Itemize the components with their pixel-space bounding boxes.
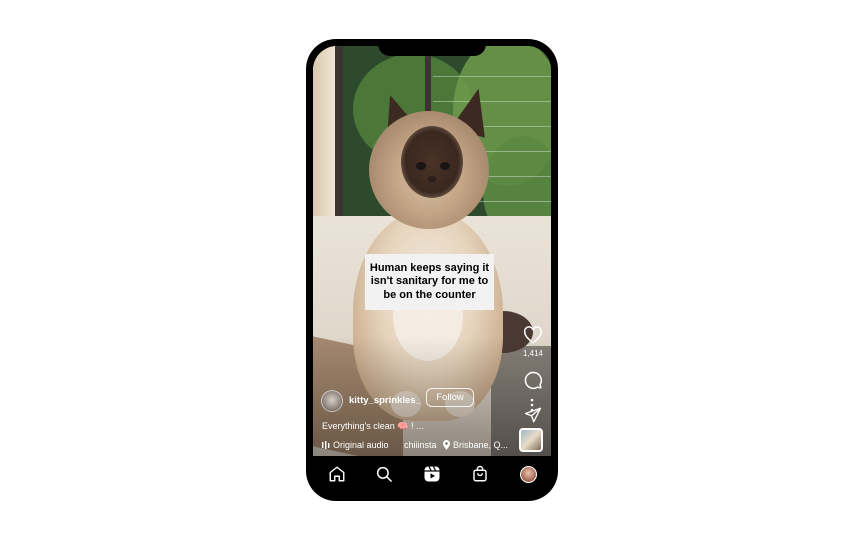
audio-user[interactable]: chiiinsta: [404, 440, 437, 450]
reel-meta-row: Original audio chiiinsta Brisbane, Q...: [322, 440, 522, 452]
audio-label[interactable]: Original audio: [333, 440, 389, 450]
profile-avatar: [519, 465, 537, 483]
follow-button[interactable]: Follow: [426, 388, 474, 407]
reels-icon: [424, 466, 440, 482]
video-text-overlay-label: Human keeps saying it isn't sanitary for…: [369, 261, 490, 301]
post-caption[interactable]: Everything's clean 🧠 ! ...: [322, 421, 423, 432]
like-button[interactable]: [522, 324, 544, 346]
reel-screen: Human keeps saying it isn't sanitary for…: [313, 46, 551, 494]
like-count: 1,414: [522, 349, 544, 358]
cat-eye: [416, 162, 426, 170]
cat-face: [401, 126, 463, 198]
comment-button[interactable]: [522, 369, 544, 391]
nav-profile[interactable]: [518, 464, 538, 484]
cat-nose: [428, 176, 436, 182]
heart-icon: [524, 326, 542, 344]
phone-notch: [378, 39, 486, 56]
video-text-overlay: Human keeps saying it isn't sanitary for…: [365, 254, 494, 310]
nav-home[interactable]: [327, 464, 347, 484]
search-icon: [376, 466, 392, 482]
audio-bars-icon: [322, 441, 330, 451]
phone-frame: Human keeps saying it isn't sanitary for…: [306, 39, 558, 501]
reel-video[interactable]: Human keeps saying it isn't sanitary for…: [313, 46, 551, 456]
home-icon: [329, 466, 345, 482]
author-avatar[interactable]: [321, 390, 343, 412]
cat-eye: [440, 162, 450, 170]
comment-icon: [524, 371, 543, 390]
location-label[interactable]: Brisbane, Q...: [453, 440, 508, 450]
location-pin-icon: [443, 440, 450, 452]
more-dots-icon: [530, 398, 534, 412]
video-scene-blind: [433, 76, 551, 77]
author-username[interactable]: kitty_sprinkles_: [349, 395, 421, 406]
more-options-button[interactable]: [528, 398, 536, 412]
audio-thumbnail[interactable]: [519, 428, 543, 452]
shopping-bag-icon: [473, 465, 487, 482]
nav-search[interactable]: [374, 464, 394, 484]
nav-reels[interactable]: [422, 464, 442, 484]
bottom-nav: [313, 456, 551, 494]
nav-shop[interactable]: [470, 464, 490, 484]
